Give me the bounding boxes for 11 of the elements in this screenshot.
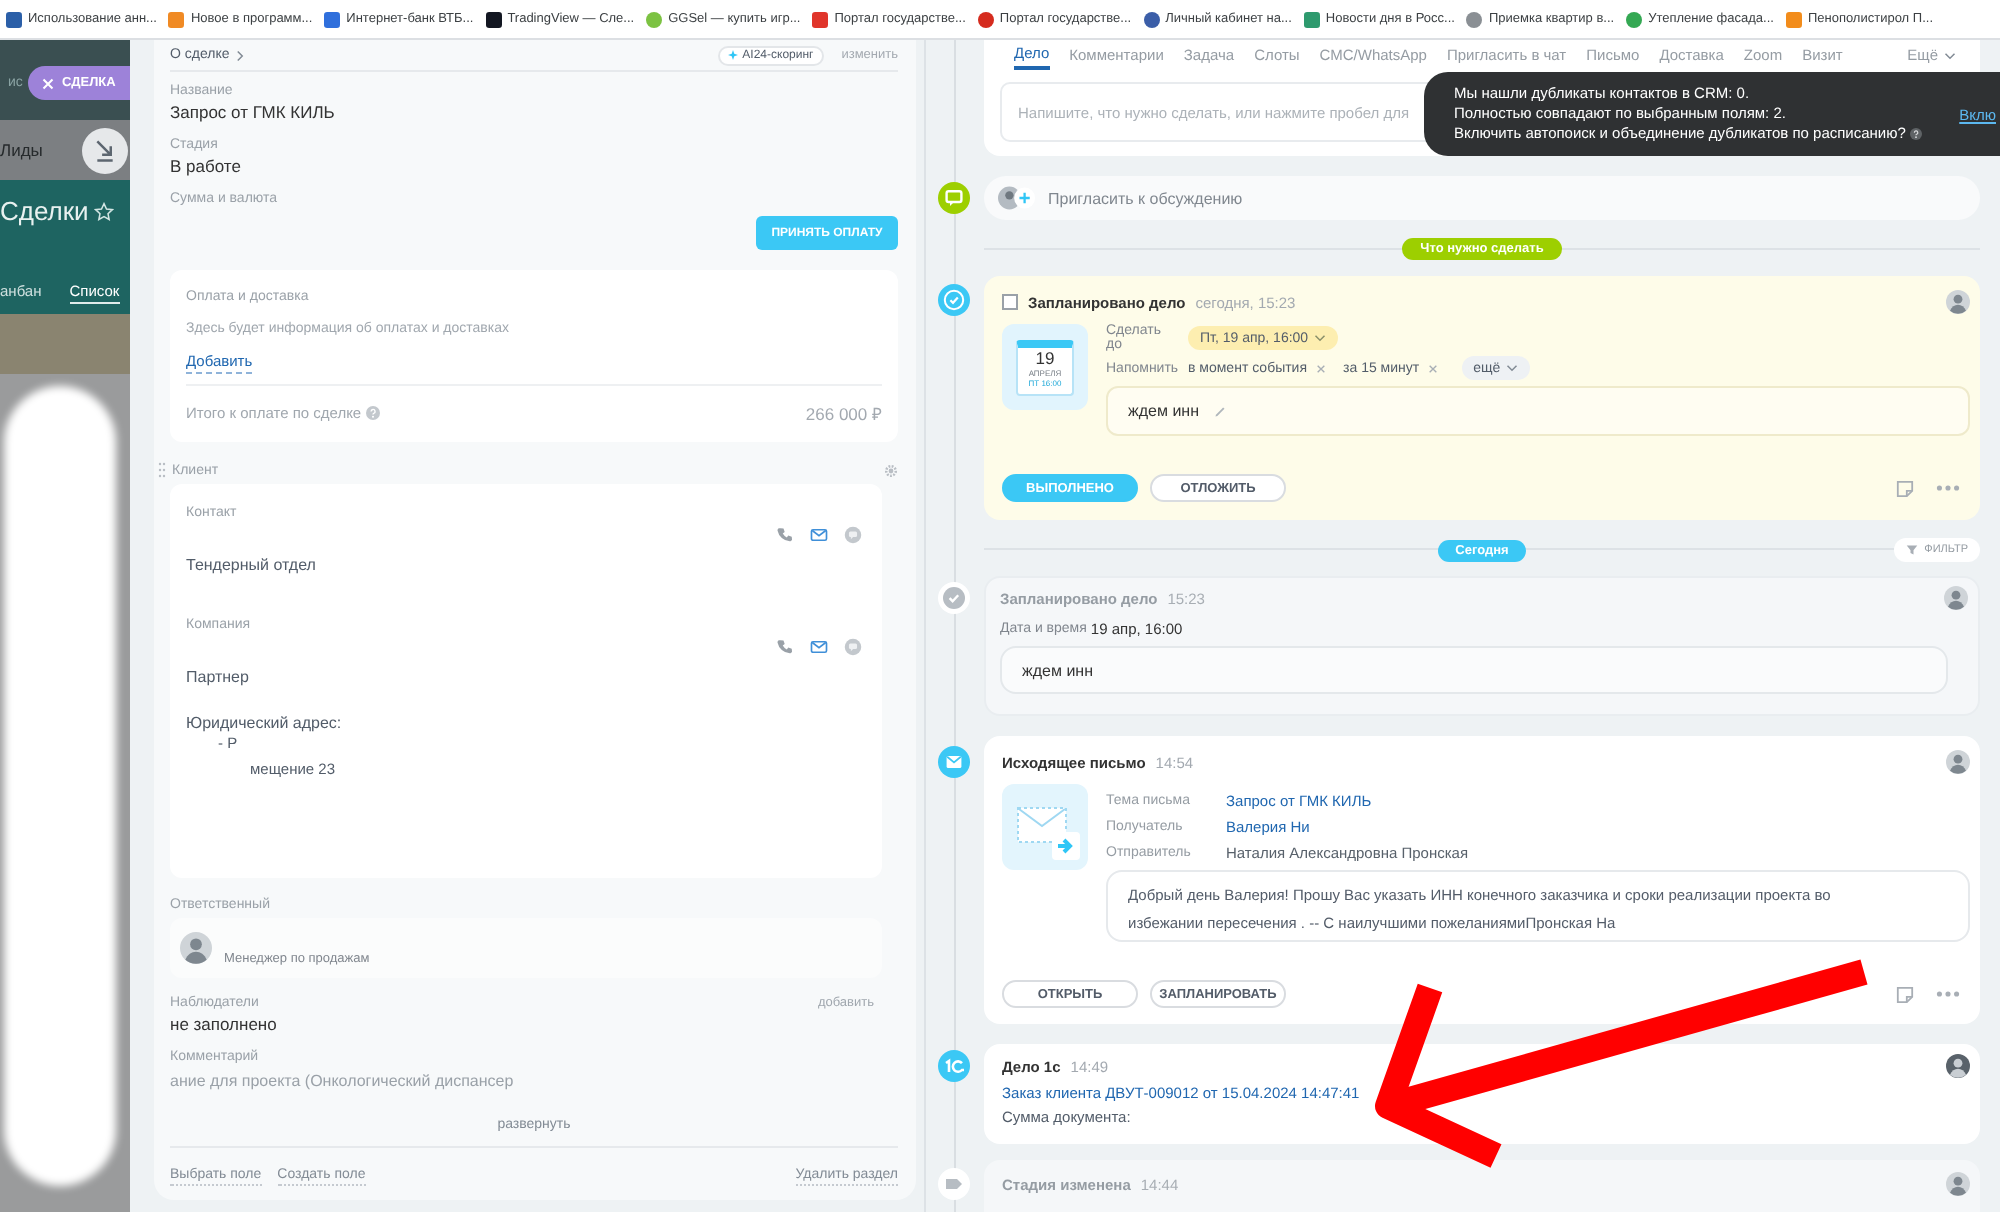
total-amount: 266 000 ₽ (805, 401, 882, 423)
field-value: Тендерный отдел (186, 554, 316, 576)
note-panel: ждем инн (1000, 646, 1948, 694)
calendar-day: 19 (1035, 347, 1055, 367)
page-title: Сделки (0, 196, 89, 228)
comment-text: ание для проекта (Онкологический диспансер (170, 1070, 514, 1092)
field-value: не заполнено (170, 1012, 277, 1036)
address-label: Юридический адрес: (186, 712, 342, 734)
field-value: Партнер (186, 666, 249, 688)
field-value: В работе (170, 154, 241, 180)
field-value: Запрос от ГМК КИЛЬ (170, 100, 335, 126)
